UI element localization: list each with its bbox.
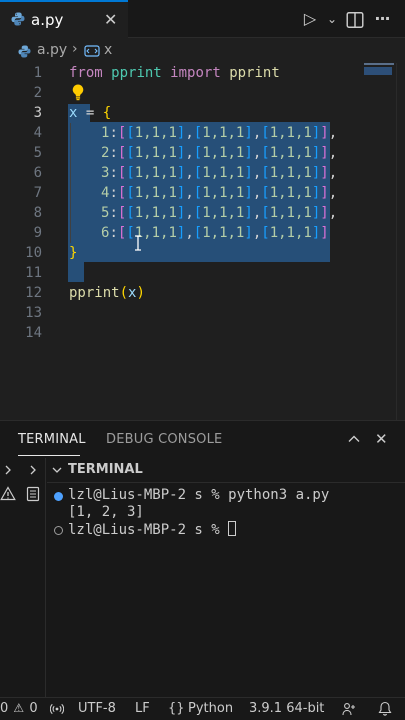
bottom-panel: TERMINAL DEBUG CONSOLE ✕ TERMINAL lzl@Li… (0, 420, 405, 701)
breadcrumb-separator: › (72, 41, 78, 57)
breadcrumb: a.py › x (0, 39, 405, 63)
code-line-1: from pprint import pprint (69, 65, 280, 81)
breadcrumb-file[interactable]: a.py (37, 42, 67, 58)
code-line-10: } (69, 245, 78, 261)
terminal-section-title: TERMINAL (68, 462, 143, 477)
python-interpreter[interactable]: 3.9.1 64-bit (249, 701, 324, 716)
line-number: 4 (33, 125, 42, 141)
line-number-active: 3 (33, 105, 42, 121)
selection-highlight (68, 262, 84, 282)
command-pending-decoration-icon[interactable] (54, 526, 63, 535)
line-number: 8 (33, 205, 42, 221)
line-number: 12 (25, 285, 42, 301)
line-number: 14 (25, 325, 42, 341)
command-success-decoration-icon[interactable] (54, 492, 63, 501)
tab-filename: a.py (31, 11, 64, 29)
line-number: 1 (33, 65, 42, 81)
indent-guide (70, 123, 71, 243)
curly-braces-icon[interactable]: {} (168, 701, 185, 716)
line-number: 2 (33, 85, 42, 101)
error-count: 0 (0, 701, 9, 716)
editor-scrollbar[interactable] (396, 63, 405, 420)
code-line-12: pprint(x) (69, 285, 145, 301)
problems-indicator[interactable]: 0 ⚠ 0 (0, 701, 38, 716)
lightbulb-icon[interactable] (70, 83, 86, 101)
selection-highlight (68, 242, 316, 262)
tab-close-icon[interactable]: ✕ (104, 10, 117, 29)
warning-count: 0 (29, 701, 38, 716)
broadcast-icon[interactable] (50, 702, 64, 716)
maximize-panel-chevron-up-icon[interactable] (346, 431, 362, 447)
feedback-icon[interactable] (342, 702, 358, 716)
variable-symbol-icon (84, 45, 100, 57)
run-icon[interactable]: ▷ (300, 9, 320, 29)
python-file-icon (11, 12, 25, 26)
warning-icon[interactable] (0, 486, 16, 502)
panel-tabs: TERMINAL DEBUG CONSOLE ✕ (0, 421, 405, 457)
code-line-7: 4:[[1,1,1],[1,1,1],[1,1,1]], (101, 185, 338, 201)
more-actions-icon[interactable]: ··· (372, 9, 392, 29)
encoding-indicator[interactable]: UTF-8 (78, 701, 116, 716)
line-number: 6 (33, 165, 42, 181)
active-tab-indicator (18, 455, 80, 456)
chevron-right-icon[interactable] (27, 464, 39, 476)
tab-terminal[interactable]: TERMINAL (18, 432, 86, 447)
terminal-output-line: [1, 2, 3] (68, 504, 144, 520)
line-number: 9 (33, 225, 42, 241)
mouse-ibeam-cursor-icon (135, 235, 141, 251)
run-dropdown-chevron-icon[interactable]: ⌄ (322, 9, 342, 29)
line-number: 10 (25, 245, 42, 261)
code-line-3: x = { (69, 105, 112, 121)
status-bar: 0 ⚠ 0 UTF-8 LF {} Python 3.9.1 64-bit (0, 697, 405, 720)
list-icon[interactable] (26, 486, 40, 502)
code-line-6: 3:[[1,1,1],[1,1,1],[1,1,1]], (101, 165, 338, 181)
code-editor[interactable]: 1 2 3 4 5 6 7 8 9 10 11 12 13 14 from pp… (0, 63, 405, 420)
divider (47, 482, 405, 483)
breadcrumb-symbol[interactable]: x (104, 42, 112, 58)
editor-tab-bar: a.py ✕ ▷ ⌄ ··· (0, 0, 405, 38)
line-number: 11 (25, 265, 42, 281)
terminal-line: lzl@Lius-MBP-2 s % python3 a.py (68, 487, 330, 503)
tab-a-py[interactable]: a.py ✕ (0, 0, 128, 38)
code-line-5: 2:[[1,1,1],[1,1,1],[1,1,1]], (101, 145, 338, 161)
terminal-cursor (228, 521, 237, 536)
terminal-section-header[interactable]: TERMINAL (47, 458, 405, 482)
chevron-down-icon[interactable] (51, 464, 63, 476)
terminal-side-strip (0, 458, 46, 701)
notifications-bell-icon[interactable] (378, 701, 392, 717)
line-number: 7 (33, 185, 42, 201)
split-editor-icon[interactable] (345, 10, 365, 30)
warning-icon: ⚠ (13, 701, 25, 715)
chevron-right-icon[interactable] (2, 464, 14, 476)
close-panel-icon[interactable]: ✕ (375, 430, 388, 448)
minimap[interactable] (364, 63, 394, 77)
language-mode[interactable]: Python (188, 701, 233, 716)
code-line-4: 1:[[1,1,1],[1,1,1],[1,1,1]], (101, 125, 338, 141)
tab-debug-console[interactable]: DEBUG CONSOLE (106, 432, 222, 447)
eol-indicator[interactable]: LF (135, 701, 150, 716)
line-number: 5 (33, 145, 42, 161)
line-number: 13 (25, 305, 42, 321)
python-file-icon (18, 45, 31, 58)
code-line-8: 5:[[1,1,1],[1,1,1],[1,1,1]], (101, 205, 338, 221)
terminal-prompt-line[interactable]: lzl@Lius-MBP-2 s % (68, 521, 237, 538)
